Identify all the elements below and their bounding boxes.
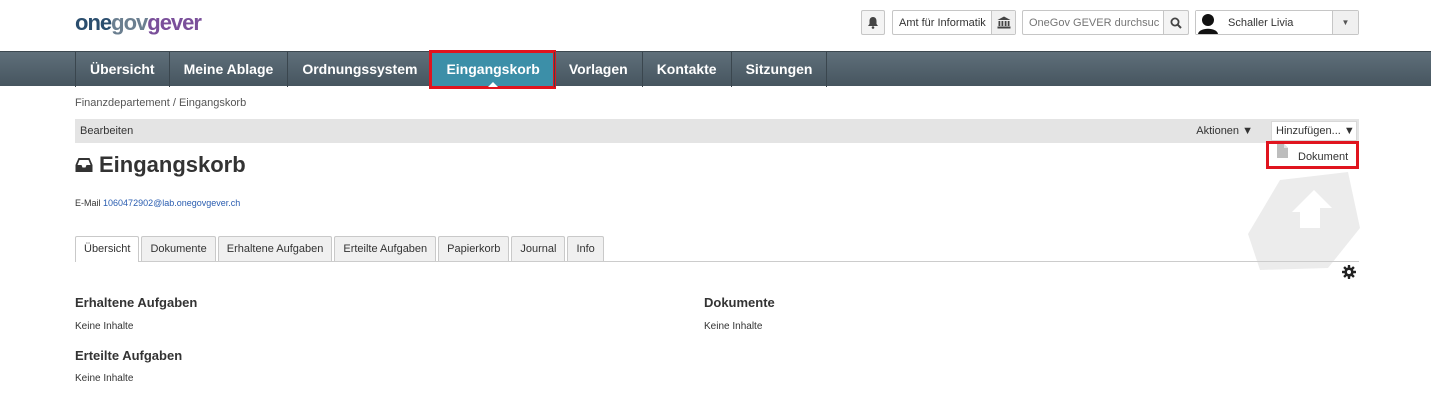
org-unit-label: Amt für Informatik bbox=[899, 16, 986, 29]
nav-item-eingangskorb[interactable]: Eingangskorb bbox=[429, 50, 556, 89]
bank-icon bbox=[991, 11, 1015, 34]
edit-button[interactable]: Bearbeiten bbox=[80, 125, 133, 137]
tab-papierkorb[interactable]: Papierkorb bbox=[438, 236, 510, 261]
add-document-menu-item[interactable]: Dokument bbox=[1266, 141, 1359, 169]
nav-item-meine-ablage[interactable]: Meine Ablage bbox=[168, 52, 288, 87]
main-navigation: Übersicht Meine Ablage Ordnungssystem Ei… bbox=[75, 50, 828, 89]
logo[interactable]: onegovgever bbox=[75, 10, 202, 36]
tab-journal[interactable]: Journal bbox=[511, 236, 566, 261]
add-document-label: Dokument bbox=[1298, 151, 1349, 163]
chevron-down-icon: ▼ bbox=[1332, 11, 1358, 34]
nav-item-ordnungssystem[interactable]: Ordnungssystem bbox=[287, 52, 431, 87]
logo-part-gov: gov bbox=[111, 10, 148, 35]
main-navigation-bar: Übersicht Meine Ablage Ordnungssystem Ei… bbox=[0, 50, 1431, 89]
tab-dokumente[interactable]: Dokumente bbox=[141, 236, 216, 261]
tab-info[interactable]: Info bbox=[567, 236, 604, 261]
documents-empty: Keine Inhalte bbox=[704, 321, 763, 332]
search-button[interactable] bbox=[1163, 10, 1189, 35]
page-title-text: Eingangskorb bbox=[99, 152, 246, 177]
tab-erhaltene-aufgaben[interactable]: Erhaltene Aufgaben bbox=[217, 236, 333, 261]
nav-item-kontakte[interactable]: Kontakte bbox=[641, 52, 731, 87]
nav-item-sitzungen[interactable]: Sitzungen bbox=[730, 52, 828, 87]
breadcrumb[interactable]: Finanzdepartement / Eingangskorb bbox=[75, 97, 246, 109]
documents-title: Dokumente bbox=[704, 295, 775, 310]
user-silhouette-icon bbox=[1198, 14, 1218, 34]
document-icon bbox=[1277, 144, 1288, 158]
avatar bbox=[1196, 11, 1220, 34]
search-input[interactable] bbox=[1022, 10, 1164, 35]
received-tasks-title: Erhaltene Aufgaben bbox=[75, 295, 198, 310]
email-link[interactable]: 1060472902@lab.onegovgever.ch bbox=[103, 198, 240, 208]
gear-icon[interactable] bbox=[1342, 265, 1356, 279]
logo-part-one: one bbox=[75, 10, 112, 35]
page-title: Eingangskorb bbox=[75, 152, 246, 178]
search-icon bbox=[1170, 17, 1182, 29]
issued-tasks-title: Erteilte Aufgaben bbox=[75, 348, 183, 363]
notifications-button[interactable] bbox=[861, 10, 885, 35]
add-menu-button[interactable]: Hinzufügen... ▼ bbox=[1271, 121, 1357, 141]
user-name: Schaller Livia bbox=[1228, 16, 1294, 29]
email-info: E-Mail 1060472902@lab.onegovgever.ch bbox=[75, 198, 240, 208]
nav-item-uebersicht[interactable]: Übersicht bbox=[75, 52, 169, 87]
inbox-icon bbox=[75, 158, 93, 172]
nav-item-vorlagen[interactable]: Vorlagen bbox=[553, 52, 642, 87]
received-tasks-empty: Keine Inhalte bbox=[75, 321, 134, 332]
logo-part-gever: gever bbox=[147, 10, 202, 35]
user-menu[interactable]: Schaller Livia ▼ bbox=[1195, 10, 1359, 35]
action-bar: Bearbeiten Aktionen ▼ Hinzufügen... ▼ bbox=[75, 119, 1359, 143]
email-label: E-Mail bbox=[75, 198, 101, 208]
actions-menu-button[interactable]: Aktionen ▼ bbox=[1196, 125, 1253, 137]
tab-erteilte-aufgaben[interactable]: Erteilte Aufgaben bbox=[334, 236, 437, 261]
org-unit-selector[interactable]: Amt für Informatik bbox=[892, 10, 1016, 35]
issued-tasks-empty: Keine Inhalte bbox=[75, 373, 134, 384]
content-tabs: Übersicht Dokumente Erhaltene Aufgaben E… bbox=[75, 236, 1359, 262]
tab-uebersicht[interactable]: Übersicht bbox=[75, 236, 140, 262]
bell-icon bbox=[868, 17, 878, 29]
